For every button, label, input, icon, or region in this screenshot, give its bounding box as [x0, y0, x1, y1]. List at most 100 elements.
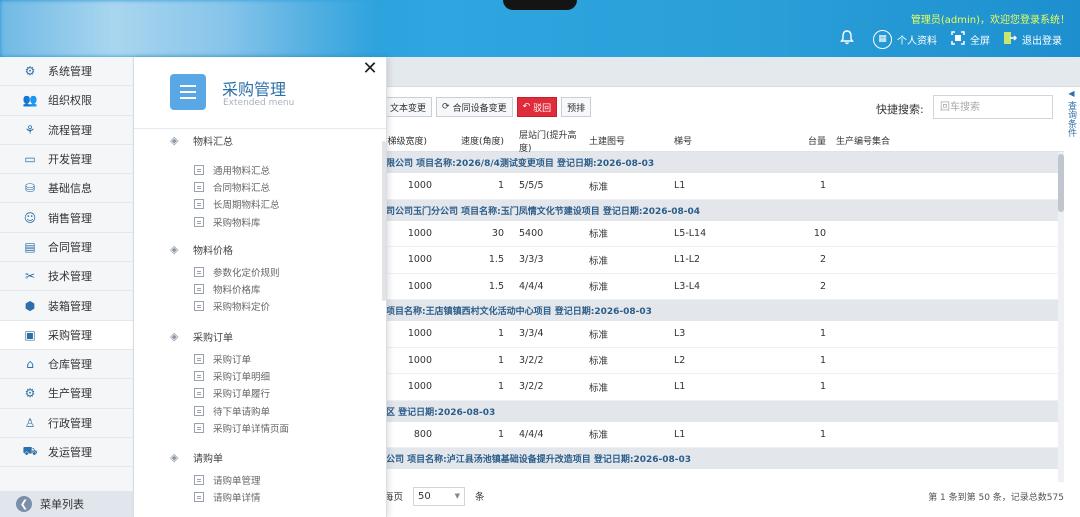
- menu-item[interactable]: 通用物料汇总: [194, 163, 270, 177]
- sidebar-item[interactable]: ▭ 开发管理: [0, 145, 133, 175]
- menu-item[interactable]: 请购单详情: [194, 490, 261, 504]
- menu-category[interactable]: ◈ 请购单: [170, 450, 223, 465]
- menu-item[interactable]: 参数化定价规则: [194, 265, 280, 279]
- col-header[interactable]: (梯级宽度): [384, 134, 432, 147]
- sidebar-item[interactable]: ⌂ 仓库管理: [0, 350, 133, 380]
- sidebar-item-label: 开发管理: [48, 153, 92, 167]
- table-row[interactable]: 800 1 4/4/4 标准 L1 1: [384, 422, 1060, 448]
- table-row[interactable]: 1000 1 3/2/2 标准 L2 1: [384, 348, 1060, 374]
- sidebar-item[interactable]: ⚙ 系统管理: [0, 57, 133, 87]
- sidebar-item-label: 基础信息: [48, 182, 92, 196]
- sidebar-item[interactable]: 👥 组织权限: [0, 86, 133, 116]
- person-icon: ♙: [24, 415, 36, 430]
- table-cell: L1-L2: [674, 254, 701, 266]
- menu-item[interactable]: 采购订单: [194, 352, 251, 366]
- menu-item[interactable]: 采购订单明细: [194, 369, 270, 383]
- quick-search-input[interactable]: [933, 95, 1053, 119]
- panel-scrollbar[interactable]: [382, 141, 386, 301]
- menu-item[interactable]: 采购订单详情页面: [194, 421, 289, 435]
- fullscreen-icon: [951, 30, 965, 48]
- extended-menu-panel: 采购管理 Extended menu ✕ ◈ 物料汇总 通用物料汇总 合同物料汇总 长周…: [134, 57, 387, 517]
- sidebar-item-label: 生产管理: [48, 387, 92, 401]
- table-cell: L3: [674, 328, 686, 340]
- group-row[interactable]: 公司 项目名称:泸江县汤池镇基础设备提升改造项目 登记日期:2026-08-03: [384, 448, 1060, 469]
- top-header: 管理员(admin)，欢迎您登录系统！ ▦ 个人资料 全屏 退出登录: [0, 0, 1080, 57]
- layers-icon: ◈: [170, 450, 179, 464]
- col-header[interactable]: 梯号: [674, 134, 769, 147]
- table-cell: 800: [413, 428, 432, 440]
- menu-category[interactable]: ◈ 物料汇总: [170, 133, 233, 148]
- document-icon: [194, 405, 204, 416]
- personal-info-label: 个人资料: [897, 35, 937, 47]
- query-conditions-label: 查询条件: [1066, 101, 1076, 137]
- menu-item[interactable]: 待下单请购单: [194, 404, 270, 418]
- sidebar-item[interactable]: ▤ 合同管理: [0, 233, 133, 263]
- table-row[interactable]: 1000 1 5/5/5 标准 L1 1: [384, 173, 1060, 200]
- sidebar-item-label: 销售管理: [48, 211, 92, 225]
- scrollbar-thumb[interactable]: [1058, 154, 1064, 212]
- sidebar-item[interactable]: ⛁ 基础信息: [0, 174, 133, 204]
- table-row[interactable]: 1000 1 3/2/2 标准 L1 1: [384, 374, 1060, 401]
- menu-item[interactable]: 合同物料汇总: [194, 180, 270, 194]
- group-row[interactable]: 区 登记日期:2026-08-03: [384, 400, 1060, 422]
- pre-schedule-button[interactable]: 预排: [561, 97, 592, 117]
- sidebar-item[interactable]: ⛟ 发运管理: [0, 438, 133, 468]
- table-scrollbar[interactable]: [1058, 152, 1064, 482]
- table-body: 限公司 项目名称:2026/8/4测试变更项目 登记日期:2026-08-03 1…: [384, 152, 1060, 469]
- table-cell: 1: [497, 381, 504, 393]
- col-header[interactable]: 台量: [769, 134, 826, 147]
- sidebar-item[interactable]: ♙ 行政管理: [0, 409, 133, 438]
- menu-item[interactable]: 请购单管理: [194, 473, 261, 487]
- per-page-select[interactable]: 50 ▼: [413, 486, 466, 506]
- contract-device-change-button[interactable]: ⟳ 合同设备变更: [436, 97, 513, 117]
- menu-item[interactable]: 物料价格库: [194, 282, 261, 296]
- sidebar-item-label: 合同管理: [48, 240, 92, 254]
- menu-item[interactable]: 采购订单履行: [194, 386, 270, 400]
- group-row[interactable]: 限公司 项目名称:2026/8/4测试变更项目 登记日期:2026-08-03: [384, 152, 1060, 173]
- fullscreen-button[interactable]: 全屏: [951, 29, 990, 49]
- table-row[interactable]: 1000 1.5 3/3/3 标准 L1-L2 2: [384, 247, 1060, 274]
- menu-category[interactable]: ◈ 采购订单: [170, 329, 233, 344]
- table-cell: L3-L4: [674, 280, 701, 292]
- reject-button[interactable]: ↶ 驳回: [516, 97, 558, 117]
- grid-icon: ▦: [873, 29, 892, 49]
- menu-item-label: 通用物料汇总: [213, 166, 271, 177]
- text-change-button[interactable]: 文本变更: [384, 97, 433, 117]
- sidebar-item[interactable]: ⚘ 流程管理: [0, 116, 133, 145]
- sidebar-item[interactable]: ⚙ 生产管理: [0, 379, 133, 409]
- logout-button[interactable]: 退出登录: [1003, 29, 1062, 49]
- sidebar-item[interactable]: ✂ 技术管理: [0, 262, 133, 292]
- table-row[interactable]: 1000 1 3/3/4 标准 L3 1: [384, 321, 1060, 348]
- per-page-value: 50: [418, 490, 431, 502]
- menu-item[interactable]: 采购物料库: [194, 215, 261, 229]
- group-row[interactable]: 司公司玉门分公司 项目名称:玉门凤情文化节建设项目 登记日期:2026-08-0…: [384, 199, 1060, 221]
- group-row[interactable]: 项目名称:王店镇镇西村文化活动中心项目 登记日期:2026-08-03: [384, 300, 1060, 321]
- close-icon[interactable]: ✕: [360, 59, 380, 79]
- notification-button[interactable]: [840, 29, 859, 49]
- col-header[interactable]: 土建图号: [589, 134, 674, 147]
- col-header[interactable]: 速度(角度): [432, 134, 504, 147]
- table-row[interactable]: 1000 30 5400 标准 L5-L14 10: [384, 221, 1060, 247]
- menu-category[interactable]: ◈ 物料价格: [170, 242, 233, 257]
- table-cell: 标准: [589, 282, 609, 294]
- query-conditions-tab[interactable]: ◀ 查询条件: [1063, 85, 1080, 163]
- personal-info-button[interactable]: ▦ 个人资料: [873, 29, 937, 49]
- col-header[interactable]: 生产编号集合: [826, 134, 890, 147]
- toolbar: 文本变更 ⟳ 合同设备变更 ↶ 驳回 预排: [384, 97, 592, 117]
- user-icon: ☺: [23, 210, 37, 225]
- table-cell: L1: [674, 381, 686, 393]
- menu-list-toggle[interactable]: ❮ 菜单列表: [0, 491, 134, 517]
- col-header[interactable]: 层站门(提升高度): [504, 128, 589, 154]
- sidebar-item[interactable]: ▣ 采购管理: [0, 320, 133, 350]
- table-cell: 1.5: [488, 280, 504, 292]
- sidebar-item-label: 发运管理: [48, 446, 92, 459]
- layers-icon: ◈: [170, 242, 179, 256]
- document-icon: [194, 354, 204, 364]
- menu-item[interactable]: 采购物料定价: [194, 299, 270, 313]
- sidebar-item[interactable]: ☺ 销售管理: [0, 203, 133, 233]
- menu-category-label: 请购单: [193, 454, 223, 465]
- sidebar-item[interactable]: ⬢ 装箱管理: [0, 291, 133, 321]
- table-row[interactable]: 1000 1.5 4/4/4 标准 L3-L4 2: [384, 274, 1060, 300]
- menu-item[interactable]: 长周期物料汇总: [194, 197, 280, 211]
- refresh-icon: ⟳: [442, 102, 450, 112]
